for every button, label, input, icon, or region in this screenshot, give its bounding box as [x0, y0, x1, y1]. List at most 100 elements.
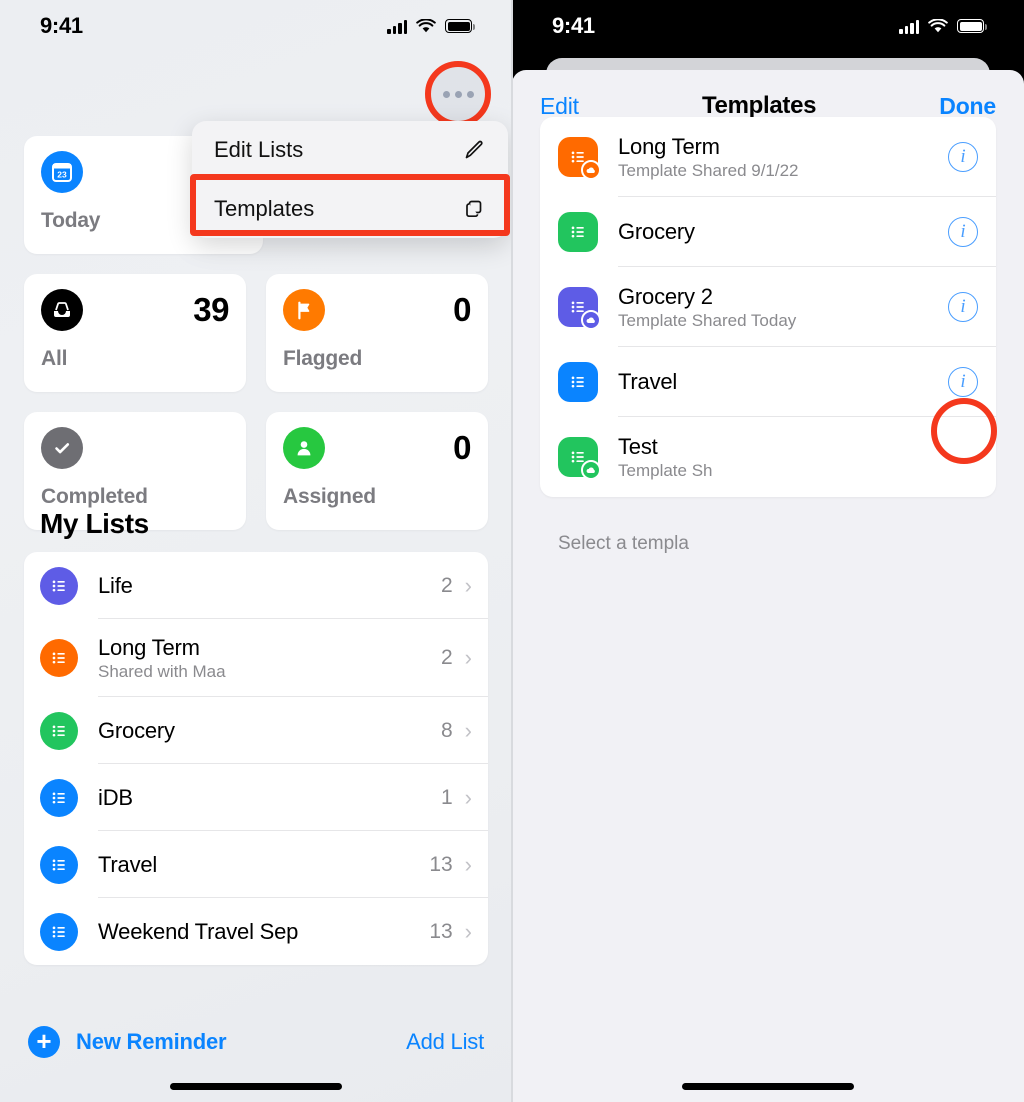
ellipsis-dot-1 [442, 90, 450, 98]
template-icon [558, 137, 601, 180]
right-phone-screen: 9:41 Edit Templates Done Long Term Templ… [512, 0, 1024, 1102]
card-top [41, 427, 229, 469]
edit-button[interactable]: Edit [540, 93, 579, 120]
info-circle-icon[interactable]: i [948, 217, 978, 247]
template-row-grocery-2[interactable]: Grocery 2 Template Shared Today i [540, 267, 996, 347]
left-phone-screen: 9:41 23 Today 39 All 0 Flagged Completed… [0, 0, 512, 1102]
list-item-travel[interactable]: Travel 13 › [24, 831, 488, 898]
list-bullets-icon [40, 778, 78, 817]
card-count: 0 [453, 291, 471, 328]
menu-item-templates[interactable]: Templates [192, 180, 508, 238]
done-button[interactable]: Done [939, 93, 996, 120]
list-item-text: iDB [98, 785, 441, 811]
cloud-shared-badge-icon [581, 460, 601, 480]
dual-phone-screenshot: 9:41 23 Today 39 All 0 Flagged Completed… [0, 0, 1024, 1102]
card-row-all-flagged: 39 All 0 Flagged [24, 274, 488, 392]
status-bar-left: 9:41 [0, 0, 512, 52]
list-item-grocery[interactable]: Grocery 8 › [24, 697, 488, 764]
list-item-count: 2 [440, 573, 453, 597]
template-text: Travel [618, 369, 948, 395]
card-label: Flagged [283, 347, 363, 370]
chevron-right-icon: › [464, 784, 472, 810]
template-name: Grocery [618, 219, 695, 244]
more-options-button[interactable] [430, 66, 486, 122]
card-top: 0 [283, 427, 471, 469]
home-indicator-right [682, 1083, 854, 1090]
list-item-life[interactable]: Life 2 › [24, 552, 488, 619]
wifi-icon [928, 18, 948, 32]
list-item-name: Long Term [98, 634, 200, 660]
my-lists-header: My Lists [40, 508, 149, 539]
smart-card-all[interactable]: 39 All [24, 274, 246, 392]
card-top: 0 [283, 289, 471, 331]
flag-icon [283, 289, 325, 331]
list-bullets-icon [558, 212, 598, 252]
pencil-icon [465, 140, 483, 159]
smart-card-assigned[interactable]: 0 Assigned [266, 412, 488, 530]
duplicate-squares-icon [466, 200, 482, 218]
list-item-count: 1 [440, 785, 453, 809]
plus-circle-icon: + [28, 1026, 60, 1058]
template-subtitle: Template Sh [618, 460, 713, 480]
smart-card-flagged[interactable]: 0 Flagged [266, 274, 488, 392]
template-subtitle: Template Shared 9/1/22 [618, 160, 799, 180]
list-item-name: Grocery [98, 717, 175, 743]
chevron-right-icon: › [464, 645, 472, 670]
status-indicators [387, 18, 476, 34]
menu-item-edit-lists[interactable]: Edit Lists [192, 121, 508, 179]
list-bullets-icon [558, 362, 598, 402]
calendar-23-icon: 23 [41, 151, 83, 193]
card-label: Completed [41, 485, 148, 508]
list-item-weekend-travel-sep[interactable]: Weekend Travel Sep 13 › [24, 898, 488, 965]
home-indicator-left [170, 1083, 342, 1090]
ellipsis-dot-3 [466, 90, 474, 98]
my-lists-group: Life 2 › Long Term Shared with Maa 2 › G… [24, 552, 488, 965]
list-item-text: Grocery [98, 718, 441, 744]
status-time: 9:41 [552, 13, 595, 38]
template-icon [558, 437, 601, 480]
list-bullets-icon [40, 639, 78, 677]
list-bullets-icon [40, 912, 78, 951]
list-item-idb[interactable]: iDB 1 › [24, 764, 488, 831]
status-bar-right: 9:41 [512, 0, 1024, 52]
info-circle-icon[interactable]: i [948, 292, 978, 322]
template-text: Long Term Template Shared 9/1/22 [618, 134, 948, 181]
list-bullets-icon [40, 711, 78, 750]
menu-item-label: Edit Lists [214, 137, 304, 162]
chevron-right-icon: › [464, 918, 472, 944]
template-name: Test [618, 433, 658, 459]
template-text: Grocery 2 Template Shared Today [618, 284, 948, 331]
chevron-right-icon: › [464, 717, 472, 743]
card-label: All [41, 347, 68, 370]
template-row-travel[interactable]: Travel i [540, 347, 996, 417]
template-name: Travel [618, 369, 678, 394]
add-list-button[interactable]: Add List [406, 1029, 484, 1055]
templates-group: Long Term Template Shared 9/1/22 i Groce… [540, 117, 996, 497]
card-label: Assigned [283, 485, 376, 508]
template-text: Test Template Sh [618, 434, 978, 481]
list-item-long-term[interactable]: Long Term Shared with Maa 2 › [24, 619, 488, 697]
card-count: 39 [193, 291, 229, 328]
list-item-count: 8 [440, 718, 453, 742]
list-item-text: Long Term Shared with Maa [98, 635, 441, 682]
template-row-grocery[interactable]: Grocery i [540, 197, 996, 267]
template-row-long-term[interactable]: Long Term Template Shared 9/1/22 i [540, 117, 996, 197]
template-icon [558, 212, 598, 252]
list-item-text: Life [98, 573, 441, 599]
template-subtitle: Template Shared Today [618, 310, 797, 330]
info-circle-icon[interactable]: i [948, 367, 978, 397]
new-reminder-button[interactable]: + New Reminder [28, 1026, 227, 1058]
template-row-test[interactable]: Test Template Sh [540, 417, 996, 497]
list-item-count: 13 [429, 919, 453, 943]
status-time: 9:41 [40, 13, 83, 38]
list-item-name: Life [98, 572, 133, 598]
new-reminder-label: New Reminder [76, 1029, 227, 1054]
cellular-bars-icon [899, 19, 919, 34]
cellular-bars-icon [387, 19, 407, 34]
info-circle-icon[interactable]: i [948, 142, 978, 172]
ellipsis-dot-2 [454, 90, 462, 98]
template-name: Grocery 2 [618, 283, 713, 309]
list-item-text: Travel [98, 852, 429, 878]
list-item-subtitle: Shared with Maa [98, 661, 226, 681]
list-item-name: Travel [98, 851, 158, 877]
